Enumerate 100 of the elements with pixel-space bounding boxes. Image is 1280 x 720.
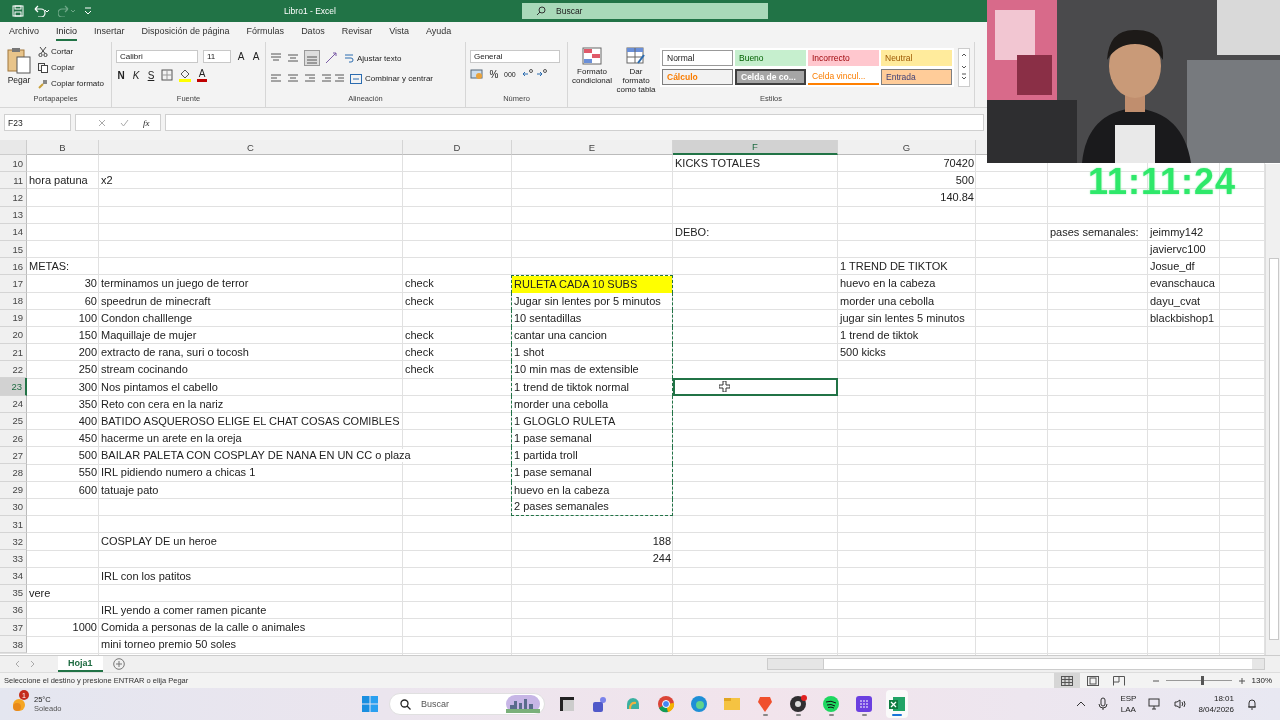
number-format-field[interactable]: General — [470, 50, 560, 63]
insert-function-button[interactable]: fx — [143, 117, 150, 128]
row-header[interactable]: 10 — [0, 155, 27, 173]
copy-button[interactable]: Copiar — [38, 60, 104, 75]
align-middle-icon[interactable] — [287, 53, 299, 63]
align-left-icon[interactable] — [270, 73, 282, 84]
column-header[interactable]: G — [838, 140, 976, 155]
sheet-tab[interactable]: Hoja1 — [58, 656, 103, 672]
app-icon — [756, 695, 774, 713]
cell-style-button[interactable]: Entrada — [881, 69, 952, 85]
cell-text: hacerme un arete en la oreja — [101, 432, 242, 446]
cell-text: 600 — [78, 483, 97, 497]
name-box[interactable]: F23 — [4, 114, 71, 131]
column-header[interactable]: E — [512, 140, 673, 155]
row-header[interactable]: 26 — [0, 430, 27, 448]
save-icon[interactable] — [12, 5, 24, 17]
vertical-scrollbar[interactable] — [1265, 164, 1280, 655]
paste-button[interactable]: Pegar — [4, 44, 34, 87]
notification-icon[interactable] — [1246, 698, 1258, 710]
zoom-level[interactable]: 130% — [1251, 676, 1272, 685]
row-header[interactable]: 16 — [0, 258, 27, 276]
ribbon-tab[interactable]: Insertar — [94, 23, 125, 41]
currency-icon[interactable] — [470, 68, 484, 80]
row-header[interactable]: 12 — [0, 189, 27, 207]
shrink-font-button[interactable]: A — [251, 51, 261, 62]
check-icon[interactable] — [120, 118, 129, 127]
align-bottom-icon[interactable] — [304, 50, 320, 66]
redo-icon[interactable] — [58, 5, 76, 17]
cut-button[interactable]: Cortar — [38, 44, 104, 59]
network-icon[interactable] — [1148, 698, 1163, 710]
row-header[interactable]: 32 — [0, 533, 27, 551]
ribbon-tab[interactable]: Disposición de página — [141, 23, 230, 41]
clock[interactable]: 18:01 8/04/2026 — [1198, 693, 1234, 715]
row-header[interactable]: 22 — [0, 361, 27, 379]
ribbon-tab[interactable]: Ayuda — [426, 23, 452, 41]
chevron-up-icon[interactable] — [1076, 701, 1087, 707]
indent-icon[interactable] — [321, 73, 345, 84]
wrap-text-icon — [344, 53, 354, 63]
borders-icon[interactable] — [161, 69, 173, 81]
row-header[interactable]: 21 — [0, 344, 27, 362]
font-name-field[interactable]: Calibri — [116, 50, 198, 63]
cell-style-button[interactable]: Incorrecto — [808, 50, 879, 66]
merge-center-button[interactable]: Combinar y centrar — [350, 71, 434, 86]
column-header[interactable]: D — [403, 140, 512, 155]
volume-icon[interactable] — [1174, 699, 1187, 709]
add-sheet-icon[interactable] — [112, 658, 125, 670]
row-header[interactable]: 38 — [0, 636, 27, 654]
row-header[interactable]: 33 — [0, 550, 27, 568]
merge-icon — [350, 73, 362, 84]
italic-button[interactable]: K — [131, 69, 141, 81]
ribbon-tab[interactable]: Fórmulas — [246, 23, 285, 41]
ribbon-tab[interactable]: Archivo — [9, 23, 39, 41]
row-header[interactable]: 11 — [0, 172, 27, 190]
percent-button[interactable]: % — [489, 68, 499, 80]
formula-input[interactable] — [164, 114, 984, 131]
wrap-text-button[interactable]: Ajustar texto — [344, 50, 402, 66]
conditional-format-button[interactable]: Formato condicional — [572, 44, 613, 85]
underline-button[interactable]: S — [146, 69, 156, 81]
ribbon-tab[interactable]: Vista — [389, 23, 409, 41]
fill-color-icon[interactable] — [178, 68, 192, 82]
zoom-in-icon[interactable] — [1237, 676, 1246, 685]
column-header[interactable]: C — [99, 140, 403, 155]
row-header[interactable]: 23 — [0, 378, 27, 396]
horizontal-scrollbar[interactable] — [767, 658, 1265, 670]
cell-style-button[interactable]: Neutral — [881, 50, 952, 66]
microphone-icon[interactable] — [1098, 697, 1109, 711]
zoom-thumb[interactable] — [1200, 676, 1204, 685]
format-painter-button[interactable]: Copiar formato — [38, 76, 104, 91]
cell-style-button[interactable]: Normal — [662, 50, 733, 66]
align-right-icon[interactable] — [304, 73, 316, 84]
grow-font-button[interactable]: A — [236, 51, 246, 62]
normal-view-button[interactable] — [1053, 672, 1080, 689]
search-field[interactable]: Buscar — [522, 3, 768, 19]
gallery-scrollbar[interactable] — [958, 48, 970, 87]
row-header[interactable]: 28 — [0, 464, 27, 482]
undo-icon[interactable] — [32, 5, 50, 17]
align-top-icon[interactable] — [270, 53, 282, 63]
language-indicator[interactable]: ESP LAA — [1120, 693, 1137, 715]
font-size-field[interactable]: 11 — [203, 50, 231, 63]
start-icon[interactable] — [362, 696, 378, 712]
bold-button[interactable]: N — [116, 69, 126, 81]
cancel-icon[interactable] — [98, 118, 106, 127]
row-header[interactable]: 37 — [0, 619, 27, 637]
ribbon-tab[interactable]: Revisar — [341, 23, 373, 41]
orientation-icon[interactable] — [325, 52, 339, 64]
clipboard-icon — [6, 46, 32, 74]
taskbar-search-field[interactable]: Buscar — [389, 693, 545, 715]
cell-text: 2 pases semanales — [514, 500, 609, 514]
column-header[interactable]: F — [673, 140, 838, 155]
row-header[interactable]: 27 — [0, 447, 27, 465]
font-color-button[interactable]: A — [197, 68, 207, 82]
row-header[interactable]: 17 — [0, 275, 27, 293]
table-format-icon — [626, 47, 646, 65]
customize-icon[interactable] — [84, 6, 92, 16]
weather-icon[interactable] — [12, 696, 28, 712]
column-header[interactable]: B — [27, 140, 99, 155]
cell-style-button[interactable]: Bueno — [735, 50, 806, 66]
align-center-icon[interactable] — [287, 73, 299, 84]
format-as-table-button[interactable]: Dar formato como tabla — [616, 44, 656, 94]
ribbon-tab[interactable]: Datos — [301, 23, 325, 41]
